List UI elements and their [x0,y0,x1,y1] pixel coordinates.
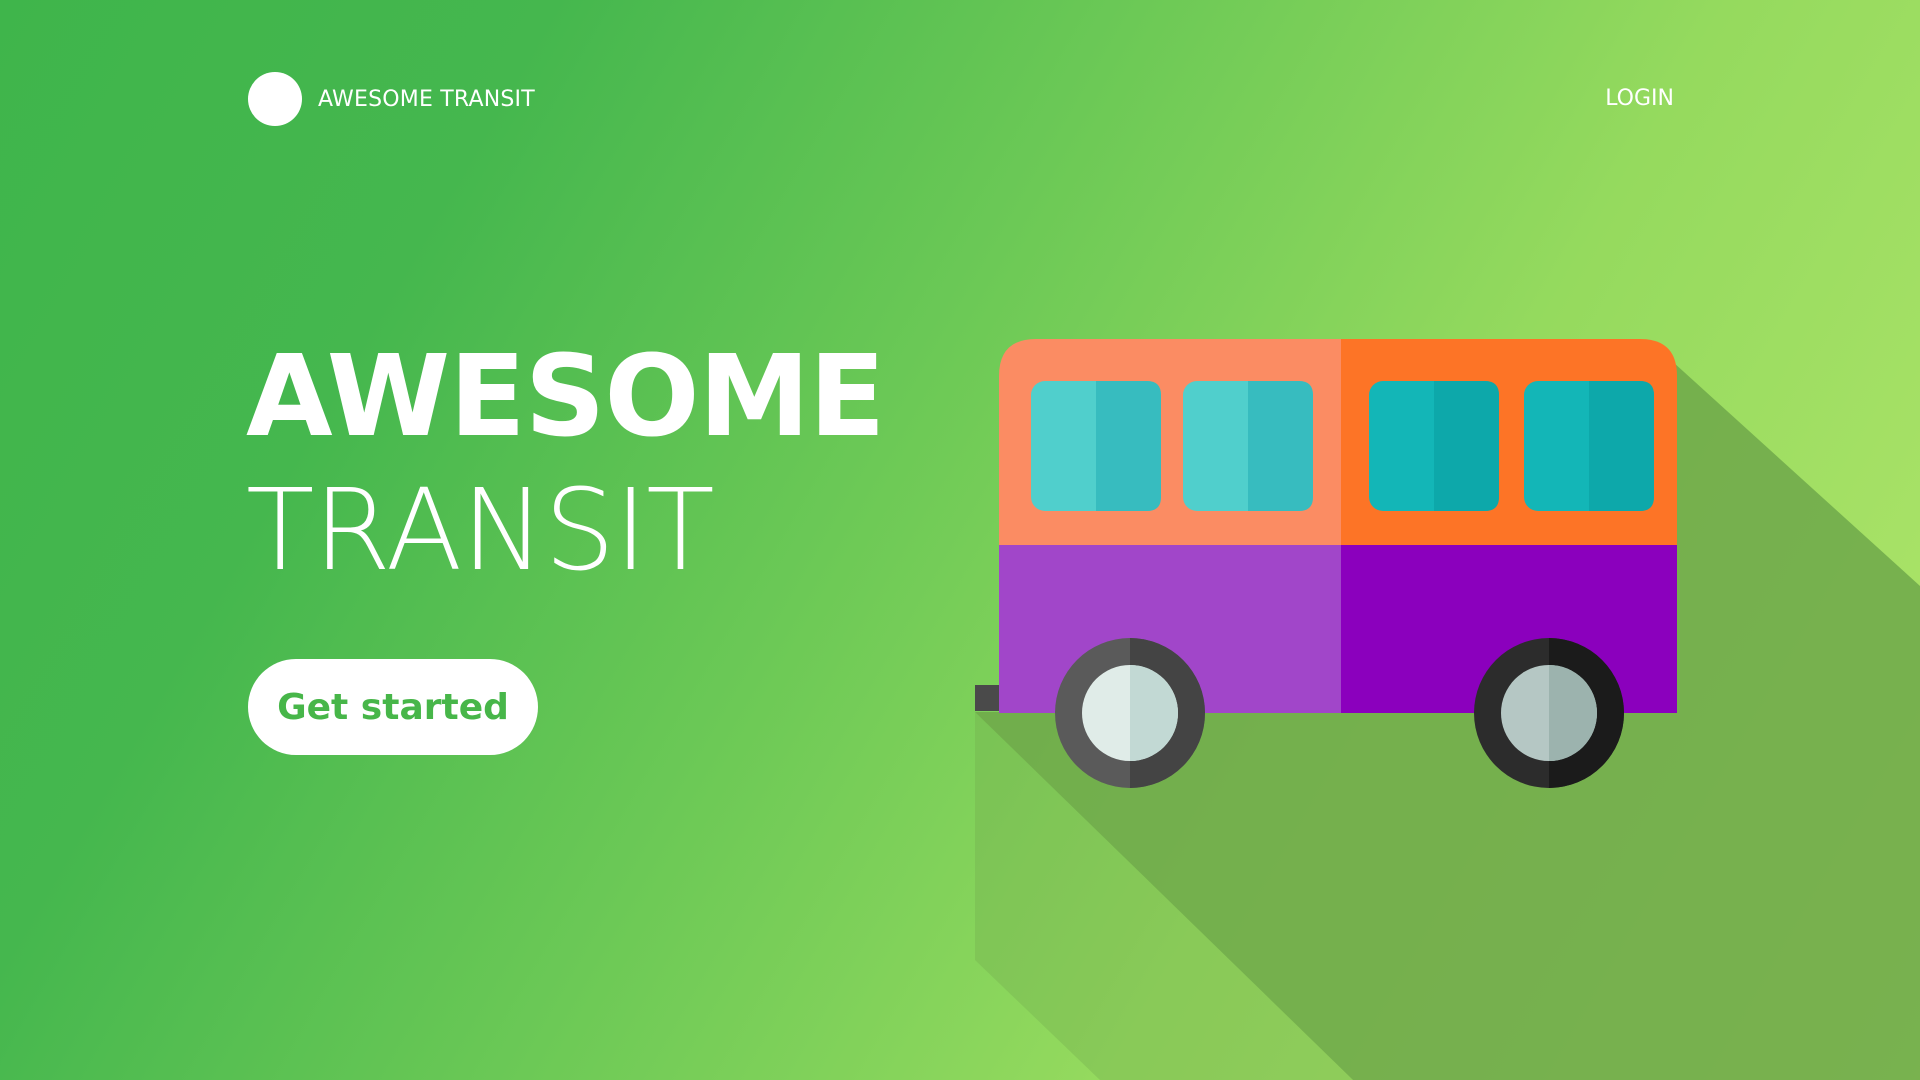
bus-window-3 [1369,381,1499,511]
bus-front-wheel [1055,638,1205,788]
hero-title-line1: AWESOME [246,332,886,462]
hero-title-line2: TRANSIT [246,466,715,596]
bus-rear-wheel [1474,638,1624,788]
bus-window-2 [1183,381,1313,511]
bus-window-4 [1524,381,1654,511]
landing-page: AWESOME TRANSIT LOGIN AWESOME TRANSIT Ge… [0,0,1920,1080]
get-started-button[interactable]: Get started [248,659,538,755]
bus-window-1 [1031,381,1161,511]
bus-bumper [975,685,999,711]
hero-title: AWESOME TRANSIT [246,330,886,598]
